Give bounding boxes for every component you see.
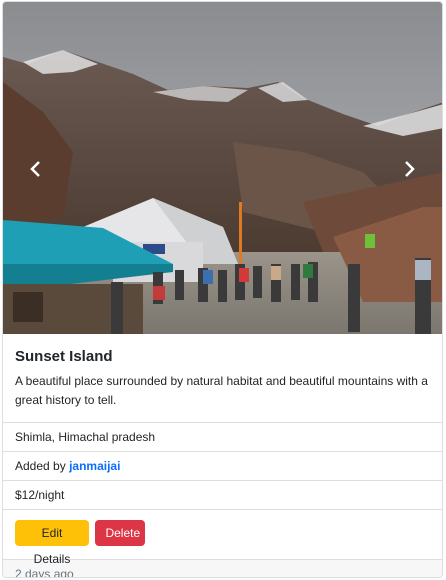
image-carousel[interactable] — [3, 2, 442, 334]
carousel-next-button[interactable] — [398, 152, 422, 186]
card-footer: 2 days ago — [3, 560, 442, 578]
added-by-label: Added by — [15, 459, 66, 473]
carousel-prev-button[interactable] — [23, 152, 47, 186]
price-text: $12/night — [15, 488, 65, 502]
author-item: Added by janmaijai — [3, 452, 442, 481]
campground-card: Sunset Island A beautiful place surround… — [2, 1, 443, 578]
campground-description: A beautiful place surrounded by natural … — [15, 374, 428, 407]
campground-title: Sunset Island — [15, 348, 113, 365]
location-text: Shimla, Himachal pradesh — [15, 430, 156, 444]
delete-button[interactable]: Delete — [95, 520, 146, 546]
location-item: Shimla, Himachal pradesh — [3, 423, 442, 452]
chevron-right-icon — [405, 161, 415, 177]
card-actions: Edit Details Delete — [3, 510, 442, 566]
chevron-left-icon — [30, 161, 40, 177]
edit-details-button[interactable]: Edit Details — [15, 520, 89, 566]
author-link[interactable]: janmaijai — [69, 459, 120, 473]
card-body: Sunset Island A beautiful place surround… — [3, 334, 442, 423]
price-item: $12/night — [3, 481, 442, 510]
campground-photo — [3, 2, 442, 334]
posted-time: 2 days ago — [15, 567, 74, 578]
